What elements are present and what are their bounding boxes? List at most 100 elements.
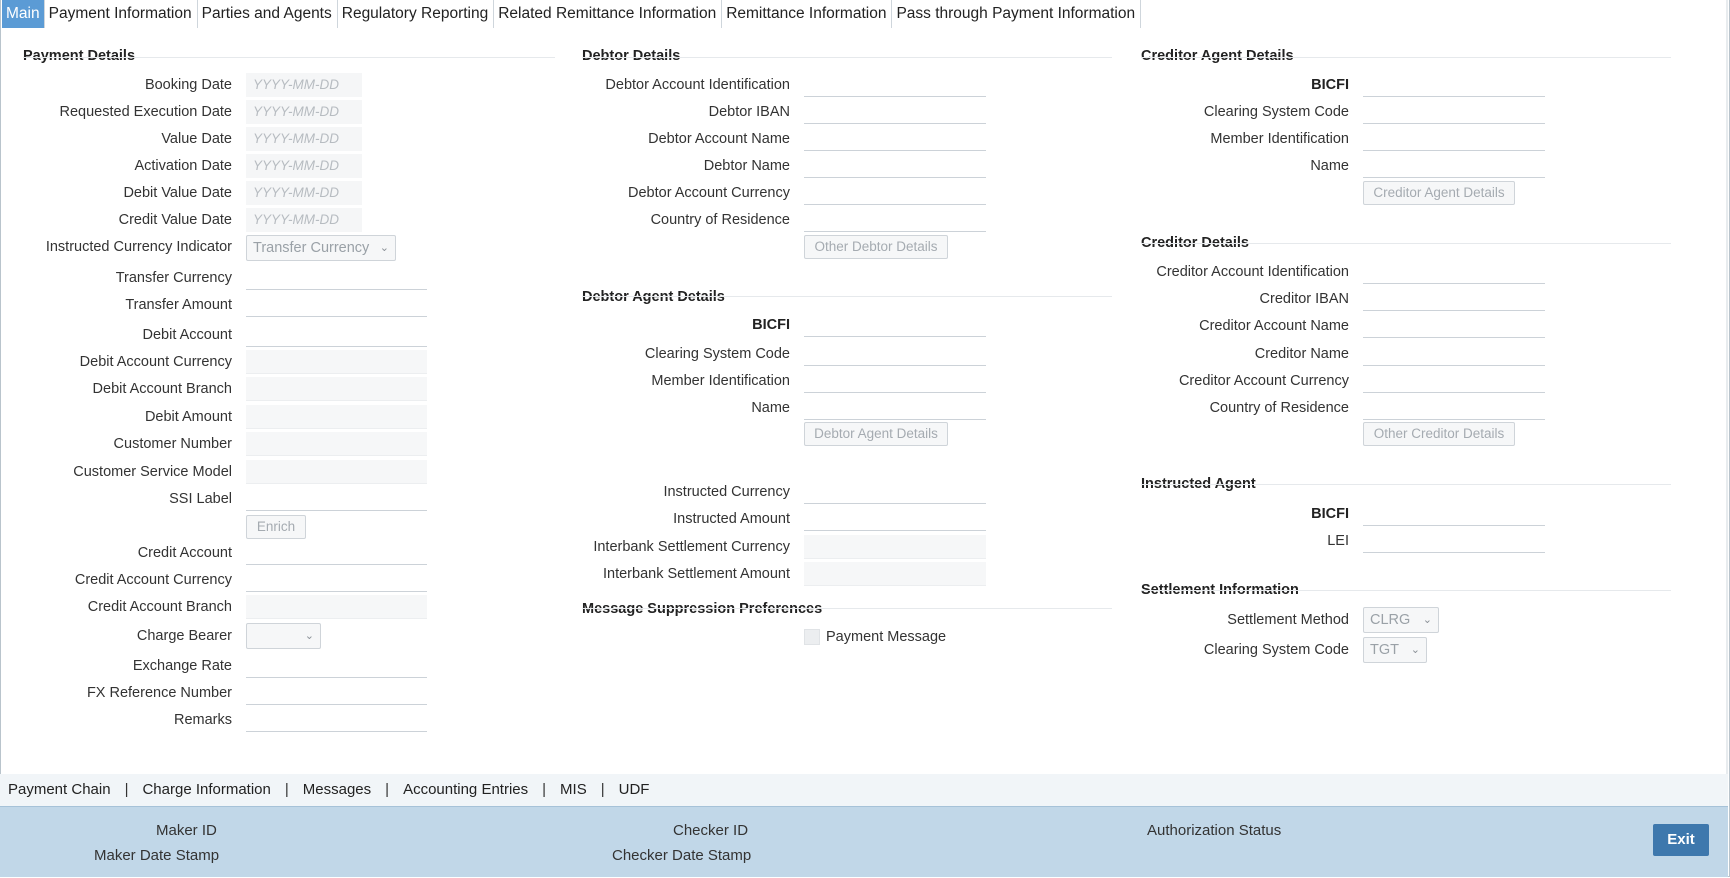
debit-amount-label: Debit Amount bbox=[144, 409, 232, 425]
link-mis[interactable]: MIS bbox=[560, 781, 587, 798]
exchange-rate-input[interactable] bbox=[246, 654, 427, 678]
creditor-iban-label: Creditor IBAN bbox=[1259, 291, 1349, 307]
credit-value-date-input[interactable]: YYYY-MM-DD bbox=[246, 208, 362, 232]
activation-date-label: Activation Date bbox=[134, 158, 232, 174]
debit-account-label: Debit Account bbox=[142, 327, 232, 343]
tab-parties-and-agents[interactable]: Parties and Agents bbox=[198, 0, 338, 28]
creditor-account-currency-label: Creditor Account Currency bbox=[1178, 373, 1349, 389]
creditor-account-currency-input[interactable] bbox=[1363, 369, 1545, 393]
settlement-clearing-system-code-label: Clearing System Code bbox=[1203, 642, 1349, 658]
interbank-settlement-amount-field bbox=[804, 562, 986, 586]
debtor-account-currency-input[interactable] bbox=[804, 181, 986, 205]
debit-value-date-input[interactable]: YYYY-MM-DD bbox=[246, 181, 362, 205]
transfer-amount-label: Transfer Amount bbox=[125, 297, 232, 313]
instructed-amount-input[interactable] bbox=[804, 507, 986, 531]
link-charge-information[interactable]: Charge Information bbox=[142, 781, 270, 798]
instructed-currency-input[interactable] bbox=[804, 480, 986, 504]
value-date-input[interactable]: YYYY-MM-DD bbox=[246, 127, 362, 151]
link-udf[interactable]: UDF bbox=[619, 781, 650, 798]
credit-account-branch-field bbox=[246, 595, 427, 619]
debtor-iban-input[interactable] bbox=[804, 100, 986, 124]
charge-bearer-label: Charge Bearer bbox=[136, 628, 232, 644]
section-divider bbox=[582, 296, 1112, 297]
section-divider bbox=[1141, 57, 1671, 58]
instructed-agent-lei-input[interactable] bbox=[1363, 529, 1545, 553]
debtor-agent-clearing-system-code-input[interactable] bbox=[804, 342, 986, 366]
creditor-agent-member-identification-input[interactable] bbox=[1363, 127, 1545, 151]
credit-value-date-label: Credit Value Date bbox=[118, 212, 232, 228]
vertical-scrollbar[interactable] bbox=[1726, 0, 1728, 876]
customer-number-field bbox=[246, 432, 427, 456]
ssi-label-input[interactable] bbox=[246, 487, 427, 511]
chevron-down-icon: ⌄ bbox=[1410, 644, 1420, 656]
link-separator: | bbox=[124, 781, 129, 798]
enrich-button[interactable]: Enrich bbox=[246, 515, 306, 539]
instructed-agent-bicfi-input[interactable] bbox=[1363, 502, 1545, 526]
checker-id-label: Checker ID bbox=[673, 822, 749, 839]
activation-date-input[interactable]: YYYY-MM-DD bbox=[246, 154, 362, 178]
debit-account-input[interactable] bbox=[246, 323, 427, 347]
section-divider bbox=[1141, 484, 1671, 485]
tab-payment-information[interactable]: Payment Information bbox=[45, 0, 198, 28]
tab-remittance-information[interactable]: Remittance Information bbox=[722, 0, 893, 28]
other-debtor-details-button[interactable]: Other Debtor Details bbox=[804, 235, 948, 259]
creditor-country-of-residence-input[interactable] bbox=[1363, 396, 1545, 420]
sub-screen-links-bar: Payment Chain | Charge Information | Message… bbox=[0, 774, 1728, 806]
creditor-agent-clearing-system-code-label: Clearing System Code bbox=[1203, 104, 1349, 120]
payment-message-checkbox[interactable] bbox=[804, 629, 820, 645]
link-accounting-entries[interactable]: Accounting Entries bbox=[403, 781, 528, 798]
creditor-agent-details-title: Creditor Agent Details bbox=[1141, 48, 1294, 64]
debtor-agent-member-identification-input[interactable] bbox=[804, 369, 986, 393]
transfer-currency-input[interactable] bbox=[246, 266, 427, 290]
creditor-agent-details-button[interactable]: Creditor Agent Details bbox=[1363, 181, 1515, 205]
creditor-agent-bicfi-input[interactable] bbox=[1363, 73, 1545, 97]
exit-button[interactable]: Exit bbox=[1653, 824, 1709, 856]
interbank-settlement-currency-field bbox=[804, 535, 986, 559]
creditor-agent-clearing-system-code-input[interactable] bbox=[1363, 100, 1545, 124]
booking-date-input[interactable]: YYYY-MM-DD bbox=[246, 73, 362, 97]
credit-account-input[interactable] bbox=[246, 541, 427, 565]
creditor-agent-member-identification-label: Member Identification bbox=[1210, 131, 1349, 147]
settlement-method-value: CLRG bbox=[1370, 612, 1411, 628]
settlement-clearing-system-code-select[interactable]: TGT ⌄ bbox=[1363, 637, 1427, 663]
maker-date-stamp-label: Maker Date Stamp bbox=[94, 847, 220, 864]
requested-execution-date-input[interactable]: YYYY-MM-DD bbox=[246, 100, 362, 124]
creditor-account-name-input[interactable] bbox=[1363, 314, 1545, 338]
tab-related-remittance-information[interactable]: Related Remittance Information bbox=[494, 0, 723, 28]
section-divider bbox=[1141, 243, 1671, 244]
debtor-account-identification-input[interactable] bbox=[804, 73, 986, 97]
debtor-country-of-residence-input[interactable] bbox=[804, 208, 986, 232]
payment-details-title: Payment Details bbox=[23, 48, 136, 64]
link-separator: | bbox=[542, 781, 547, 798]
value-date-label: Value Date bbox=[161, 131, 232, 147]
transfer-amount-input[interactable] bbox=[246, 293, 427, 317]
tab-pass-through-payment-information[interactable]: Pass through Payment Information bbox=[892, 0, 1142, 28]
debtor-agent-details-button[interactable]: Debtor Agent Details bbox=[804, 422, 948, 446]
debtor-details-title: Debtor Details bbox=[582, 48, 681, 64]
fx-reference-number-input[interactable] bbox=[246, 681, 427, 705]
link-separator: | bbox=[600, 781, 605, 798]
creditor-name-input[interactable] bbox=[1363, 342, 1545, 366]
tab-main[interactable]: Main bbox=[2, 0, 45, 28]
creditor-iban-input[interactable] bbox=[1363, 287, 1545, 311]
section-divider bbox=[23, 57, 555, 58]
debtor-name-input[interactable] bbox=[804, 154, 986, 178]
instructed-currency-indicator-select[interactable]: Transfer Currency ⌄ bbox=[246, 235, 396, 261]
debtor-agent-name-input[interactable] bbox=[804, 396, 986, 420]
debtor-agent-member-identification-label: Member Identification bbox=[651, 373, 790, 389]
debtor-agent-bicfi-input[interactable] bbox=[804, 313, 986, 337]
credit-account-currency-input[interactable] bbox=[246, 568, 427, 592]
settlement-method-select[interactable]: CLRG ⌄ bbox=[1363, 607, 1439, 633]
remarks-input[interactable] bbox=[246, 708, 427, 732]
link-payment-chain[interactable]: Payment Chain bbox=[8, 781, 111, 798]
credit-account-currency-label: Credit Account Currency bbox=[74, 572, 232, 588]
tab-regulatory-reporting[interactable]: Regulatory Reporting bbox=[338, 0, 495, 28]
charge-bearer-select[interactable]: ⌄ bbox=[246, 623, 321, 649]
other-creditor-details-button[interactable]: Other Creditor Details bbox=[1363, 422, 1515, 446]
link-messages[interactable]: Messages bbox=[303, 781, 371, 798]
message-suppression-title: Message Suppression Preferences bbox=[582, 601, 823, 617]
debtor-account-name-input[interactable] bbox=[804, 127, 986, 151]
creditor-agent-name-input[interactable] bbox=[1363, 154, 1545, 178]
debit-amount-field bbox=[246, 405, 427, 429]
creditor-account-identification-input[interactable] bbox=[1363, 260, 1545, 284]
